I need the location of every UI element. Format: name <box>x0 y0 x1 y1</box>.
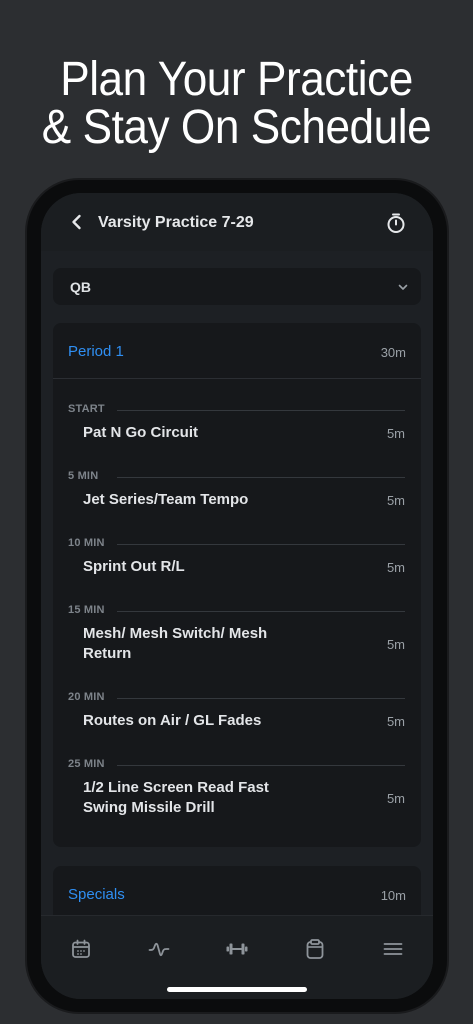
headline-line-2: & Stay On Schedule <box>41 101 432 154</box>
tab-calendar[interactable] <box>69 937 93 961</box>
time-marker-label: 15 MIN <box>68 604 115 616</box>
tab-workouts[interactable] <box>225 937 249 961</box>
drill-item[interactable]: 25 MIN 1/2 Line Screen Read Fast Swing M… <box>53 758 421 838</box>
home-indicator[interactable] <box>167 987 307 992</box>
drill-item[interactable]: 5 MIN Jet Series/Team Tempo 5m <box>53 470 421 530</box>
marker-divider <box>117 698 405 699</box>
drill-duration: 5m <box>386 560 405 575</box>
specials-header[interactable]: Specials 10m <box>53 866 421 922</box>
promo-headline: Plan Your Practice & Stay On Schedule <box>19 56 454 152</box>
specials-title: Specials <box>68 886 125 903</box>
drill-name: 1/2 Line Screen Read Fast Swing Missile … <box>83 779 269 816</box>
calendar-icon <box>72 939 90 958</box>
drill-duration: 5m <box>386 637 405 652</box>
drill-item[interactable]: 10 MIN Sprint Out R/L 5m <box>53 537 421 597</box>
time-marker: 10 MIN <box>53 537 421 551</box>
drill-name: Routes on Air / GL Fades <box>83 712 262 729</box>
specials-duration: 10m <box>380 888 406 903</box>
time-marker-label: 20 MIN <box>68 691 115 703</box>
stopwatch-icon <box>387 213 405 233</box>
page-title: Varsity Practice 7-29 <box>98 214 254 231</box>
app-screen: Varsity Practice 7-29 QB Period 1 30m ST… <box>41 193 433 999</box>
tab-plans[interactable] <box>303 937 327 961</box>
marker-divider <box>117 765 405 766</box>
phone-frame: Varsity Practice 7-29 QB Period 1 30m ST… <box>27 180 447 1012</box>
time-marker-label: 25 MIN <box>68 758 115 770</box>
menu-icon <box>383 943 403 955</box>
marker-divider <box>117 544 405 545</box>
timer-button[interactable] <box>385 212 407 234</box>
drill-item[interactable]: 20 MIN Routes on Air / GL Fades 5m <box>53 691 421 751</box>
tab-menu[interactable] <box>381 937 405 961</box>
clipboard-icon <box>306 939 324 959</box>
back-button[interactable] <box>67 212 87 232</box>
drill-duration: 5m <box>386 426 405 441</box>
drill-name: Jet Series/Team Tempo <box>83 491 249 508</box>
activity-icon <box>148 942 170 957</box>
time-marker: 5 MIN <box>53 470 421 484</box>
drill-duration: 5m <box>386 791 405 806</box>
chevron-left-icon <box>72 214 81 230</box>
time-marker-label: START <box>68 403 115 415</box>
nav-bar: Varsity Practice 7-29 <box>41 193 433 251</box>
marker-divider <box>117 611 405 612</box>
time-marker: START <box>53 403 421 417</box>
chevron-down-icon <box>398 284 408 290</box>
time-marker: 15 MIN <box>53 604 421 618</box>
drill-name: Pat N Go Circuit <box>83 424 199 441</box>
time-marker: 20 MIN <box>53 691 421 705</box>
position-select[interactable]: QB <box>53 268 421 305</box>
time-marker: 25 MIN <box>53 758 421 772</box>
drill-duration: 5m <box>386 714 405 729</box>
period-duration: 30m <box>380 345 406 360</box>
position-select-value: QB <box>70 279 91 295</box>
drill-duration: 5m <box>386 493 405 508</box>
headline-line-1: Plan Your Practice <box>60 53 413 106</box>
drill-item[interactable]: 15 MIN Mesh/ Mesh Switch/ Mesh Return 5m <box>53 604 421 684</box>
marker-divider <box>117 410 405 411</box>
marker-divider <box>117 477 405 478</box>
time-marker-label: 5 MIN <box>68 470 109 482</box>
period-card: Period 1 30m START Pat N Go Circuit 5m 5… <box>53 323 421 847</box>
dumbbell-icon <box>226 943 248 955</box>
drill-name: Sprint Out R/L <box>83 558 185 575</box>
time-marker-label: 10 MIN <box>68 537 115 549</box>
period-header[interactable]: Period 1 30m <box>53 323 421 379</box>
tab-activity[interactable] <box>147 937 171 961</box>
period-title: Period 1 <box>68 343 124 360</box>
drill-item[interactable]: START Pat N Go Circuit 5m <box>53 403 421 463</box>
drill-name: Mesh/ Mesh Switch/ Mesh Return <box>83 625 268 662</box>
